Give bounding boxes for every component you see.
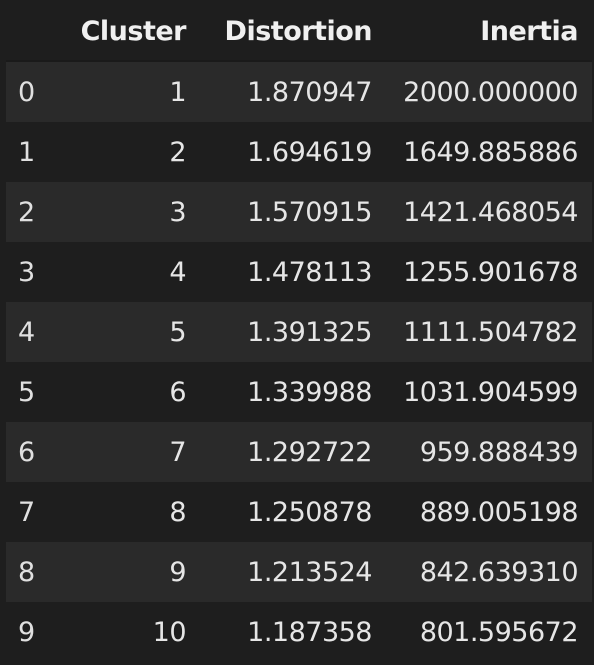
table-row: 0 1 1.870947 2000.000000 (6, 61, 592, 122)
inertia-cell: 1421.468054 (403, 196, 578, 228)
distortion-cell: 1.339988 (247, 376, 372, 408)
row-index: 7 (18, 496, 35, 528)
cluster-cell: 4 (169, 256, 186, 288)
table-row: 5 6 1.339988 1031.904599 (6, 362, 592, 422)
table-row: 7 8 1.250878 889.005198 (6, 482, 592, 542)
cluster-cell: 9 (169, 556, 186, 588)
inertia-column-header: Inertia (372, 2, 592, 62)
distortion-cell: 1.213524 (247, 556, 372, 588)
row-index: 9 (18, 616, 35, 648)
distortion-cell: 1.187358 (247, 616, 372, 648)
table-body: 0 1 1.870947 2000.000000 1 2 1.694619 16… (6, 61, 592, 662)
inertia-cell: 889.005198 (419, 496, 579, 528)
row-index: 1 (18, 136, 35, 168)
distortion-cell: 1.570915 (247, 196, 372, 228)
distortion-cell: 1.870947 (247, 76, 372, 108)
cluster-cell: 10 (152, 616, 187, 648)
inertia-cell: 801.595672 (419, 616, 579, 648)
data-table: Cluster Distortion Inertia 0 1 1.870947 … (6, 2, 592, 662)
table-header: Cluster Distortion Inertia (6, 2, 592, 62)
inertia-cell: 1255.901678 (403, 256, 578, 288)
inertia-cell: 1111.504782 (403, 316, 578, 348)
row-index: 4 (18, 316, 35, 348)
cluster-cell: 6 (169, 376, 186, 408)
table-row: 9 10 1.187358 801.595672 (6, 602, 592, 662)
cluster-cell: 1 (169, 76, 186, 108)
cluster-column-header: Cluster (72, 2, 187, 62)
cluster-cell: 3 (169, 196, 186, 228)
row-index: 6 (18, 436, 35, 468)
row-index: 3 (18, 256, 35, 288)
row-index: 5 (18, 376, 35, 408)
cluster-cell: 7 (169, 436, 186, 468)
inertia-cell: 1649.885886 (403, 136, 578, 168)
table-row: 6 7 1.292722 959.888439 (6, 422, 592, 482)
dataframe-output: Cluster Distortion Inertia 0 1 1.870947 … (0, 0, 594, 665)
inertia-cell: 1031.904599 (403, 376, 578, 408)
distortion-column-header: Distortion (186, 2, 373, 62)
distortion-cell: 1.391325 (247, 316, 372, 348)
inertia-cell: 2000.000000 (403, 76, 578, 108)
distortion-cell: 1.478113 (247, 256, 372, 288)
distortion-cell: 1.694619 (247, 136, 372, 168)
distortion-cell: 1.250878 (247, 496, 372, 528)
inertia-cell: 959.888439 (419, 436, 579, 468)
header-row: Cluster Distortion Inertia (6, 2, 592, 62)
table-row: 4 5 1.391325 1111.504782 (6, 302, 592, 362)
row-index: 0 (18, 76, 35, 108)
table-row: 8 9 1.213524 842.639310 (6, 542, 592, 602)
table-row: 2 3 1.570915 1421.468054 (6, 182, 592, 242)
inertia-cell: 842.639310 (419, 556, 579, 588)
cluster-cell: 2 (169, 136, 186, 168)
table-row: 3 4 1.478113 1255.901678 (6, 242, 592, 302)
row-index: 2 (18, 196, 35, 228)
cluster-cell: 8 (169, 496, 186, 528)
distortion-cell: 1.292722 (247, 436, 372, 468)
table-row: 1 2 1.694619 1649.885886 (6, 122, 592, 182)
index-column-header (6, 2, 72, 62)
cluster-cell: 5 (169, 316, 186, 348)
row-index: 8 (18, 556, 35, 588)
